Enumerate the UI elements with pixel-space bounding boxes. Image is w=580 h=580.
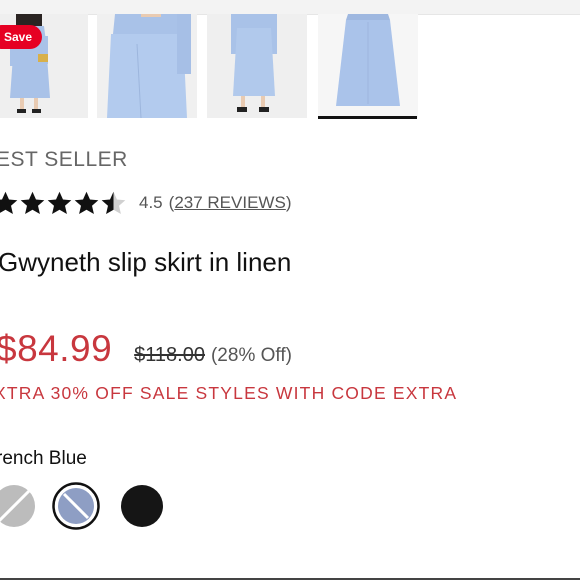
reviews-count: (237 REVIEWS) [169, 193, 292, 213]
thumbnail-3[interactable] [207, 14, 307, 118]
star-rating [0, 190, 127, 217]
sale-price: $84.99 [0, 328, 113, 369]
star-icon [47, 191, 72, 214]
top-strip [0, 0, 580, 15]
thumbnail-4-image [318, 14, 418, 118]
reviews-link[interactable]: 237 REVIEWS [174, 193, 286, 212]
star-icon [74, 191, 99, 214]
star-icon [0, 191, 18, 214]
thumbnail-2-image [97, 14, 197, 118]
thumbnail-2[interactable] [97, 14, 197, 118]
selected-color-label: rench Blue [0, 448, 87, 469]
product-title: Gwyneth slip skirt in linen [0, 247, 292, 277]
promo-message: XTRA 30% OFF SALE STYLES WITH CODE EXTRA [0, 383, 458, 403]
thumbnail-3-image [207, 14, 307, 118]
swatch-black[interactable] [118, 482, 166, 530]
swatch-french-blue[interactable] [52, 482, 100, 530]
rating-row: 4.5 (237 REVIEWS) [0, 186, 291, 220]
half-star-icon [101, 191, 126, 214]
thumbnail-carousel [0, 14, 580, 120]
star-icon [20, 191, 45, 214]
reviews-close-paren: ) [285, 193, 292, 212]
swatch-light-grey-circle [0, 485, 35, 527]
swatch-french-blue-circle [52, 482, 100, 530]
percent-off: (28% Off) [210, 345, 292, 366]
best-seller-badge: EST SELLER [0, 148, 128, 171]
swatch-black-circle [121, 485, 163, 527]
swatch-light-grey[interactable] [0, 482, 38, 530]
price-row: $84.99 $118.00 (28% Off) [0, 328, 292, 370]
selected-thumbnail-indicator [318, 116, 417, 119]
rating-value: 4.5 [139, 193, 163, 212]
thumbnail-4[interactable] [318, 14, 418, 118]
original-price: $118.00 [134, 344, 205, 366]
save-button[interactable]: Save [0, 25, 43, 49]
